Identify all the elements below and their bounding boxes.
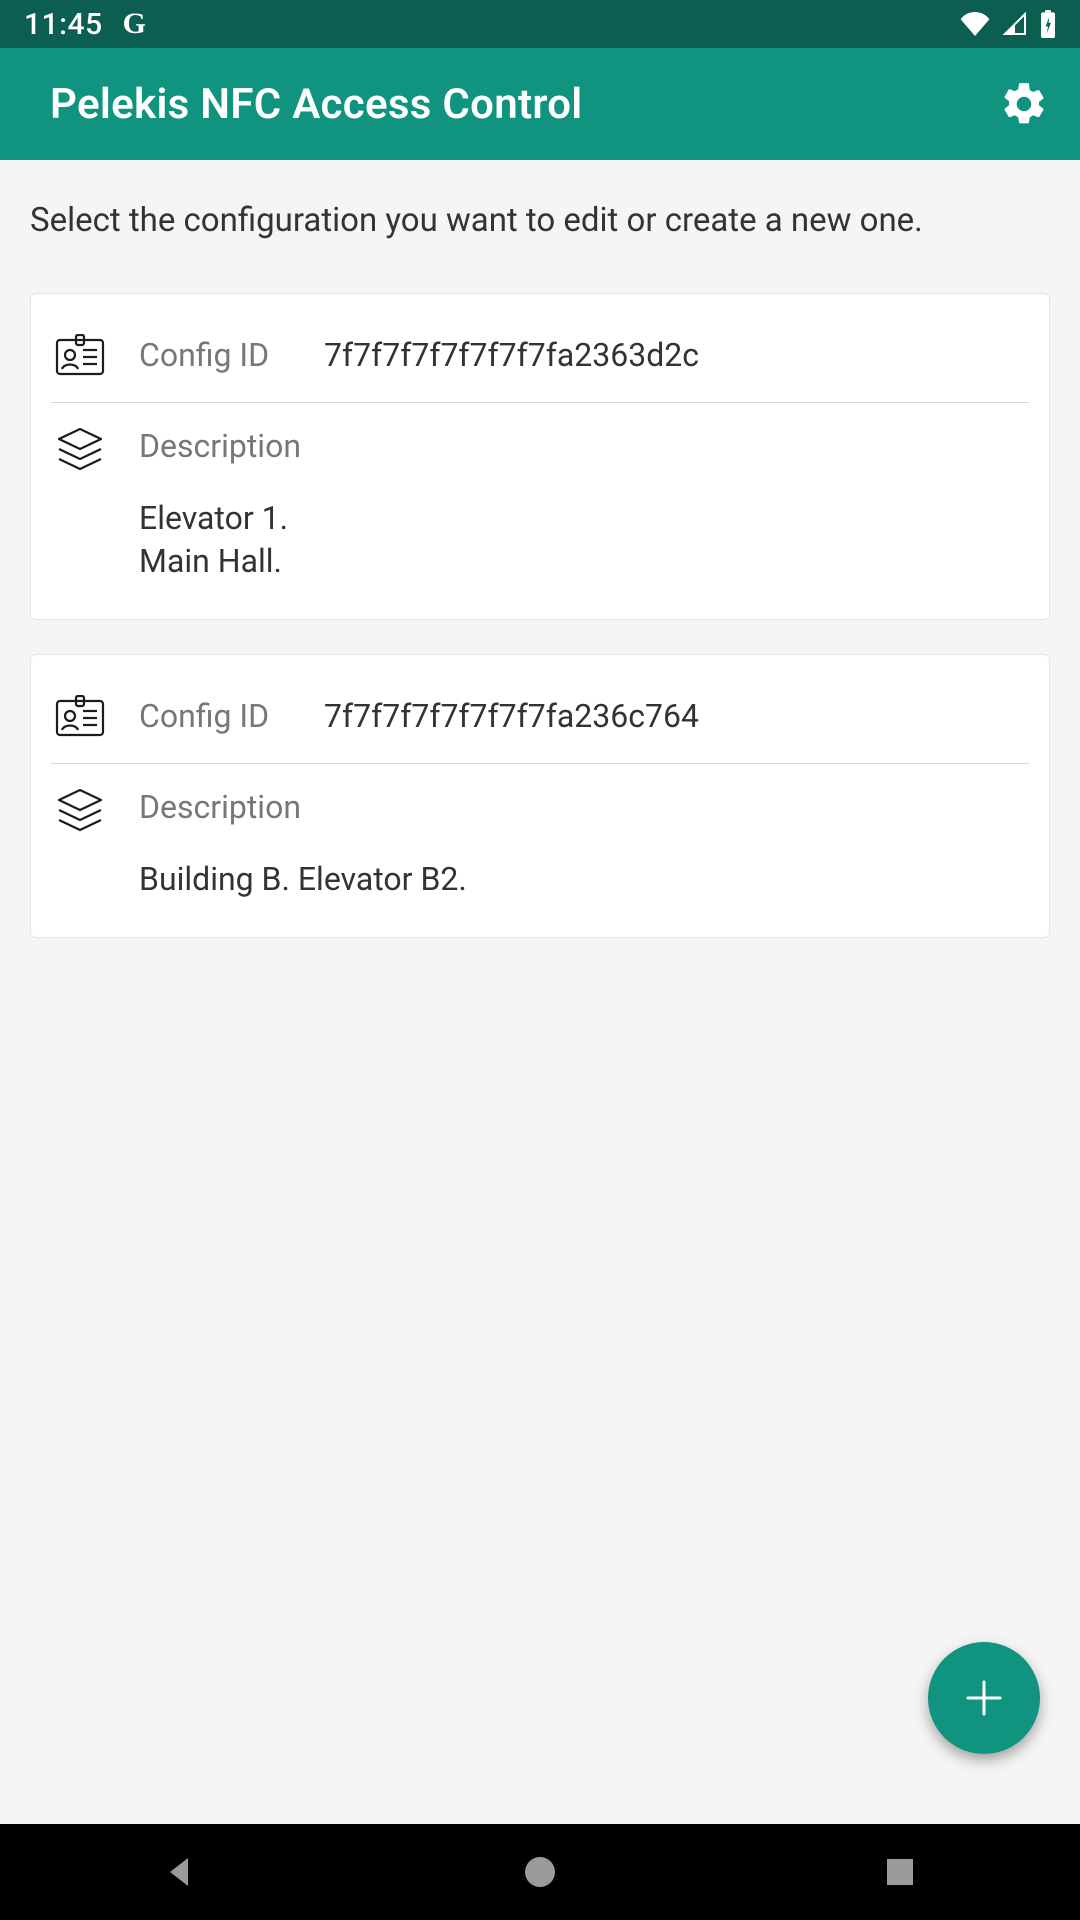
home-circle-icon [523,1855,557,1889]
status-time: 11:45 [24,7,103,42]
id-badge-icon [55,695,105,737]
recents-square-icon [885,1857,915,1887]
app-bar: Pelekis NFC Access Control [0,48,1080,160]
config-card[interactable]: Config ID 7f7f7f7f7f7f7f7fa2363d2c Descr… [30,293,1050,620]
system-nav-bar [0,1824,1080,1920]
config-card[interactable]: Config ID 7f7f7f7f7f7f7f7fa236c764 Descr… [30,654,1050,938]
wifi-icon [960,12,990,36]
nav-back-button[interactable] [100,1824,260,1920]
config-id-label: Config ID [139,697,294,735]
battery-charging-icon [1040,10,1056,38]
back-triangle-icon [162,1854,198,1890]
divider [51,402,1029,403]
description-value: Elevator 1. Main Hall. [139,497,1029,583]
config-id-value: 7f7f7f7f7f7f7f7fa236c764 [324,697,699,735]
nav-recents-button[interactable] [820,1824,980,1920]
app-title: Pelekis NFC Access Control [50,80,583,129]
description-label: Description [139,788,301,826]
layers-icon [55,427,105,473]
status-bar: 11:45 G [0,0,1080,48]
cell-signal-icon [1002,12,1028,36]
description-label: Description [139,427,301,465]
layers-icon [55,788,105,834]
plus-icon [962,1676,1006,1720]
nav-home-button[interactable] [460,1824,620,1920]
divider [51,763,1029,764]
google-icon: G [123,7,146,41]
description-value: Building B. Elevator B2. [139,858,1029,901]
config-id-label: Config ID [139,336,294,374]
gear-icon [999,79,1049,129]
add-config-button[interactable] [928,1642,1040,1754]
instruction-text: Select the configuration you want to edi… [30,200,1050,243]
settings-button[interactable] [998,78,1050,130]
config-id-value: 7f7f7f7f7f7f7f7fa2363d2c [324,336,699,374]
id-badge-icon [55,334,105,376]
main-content: Select the configuration you want to edi… [0,160,1080,1824]
